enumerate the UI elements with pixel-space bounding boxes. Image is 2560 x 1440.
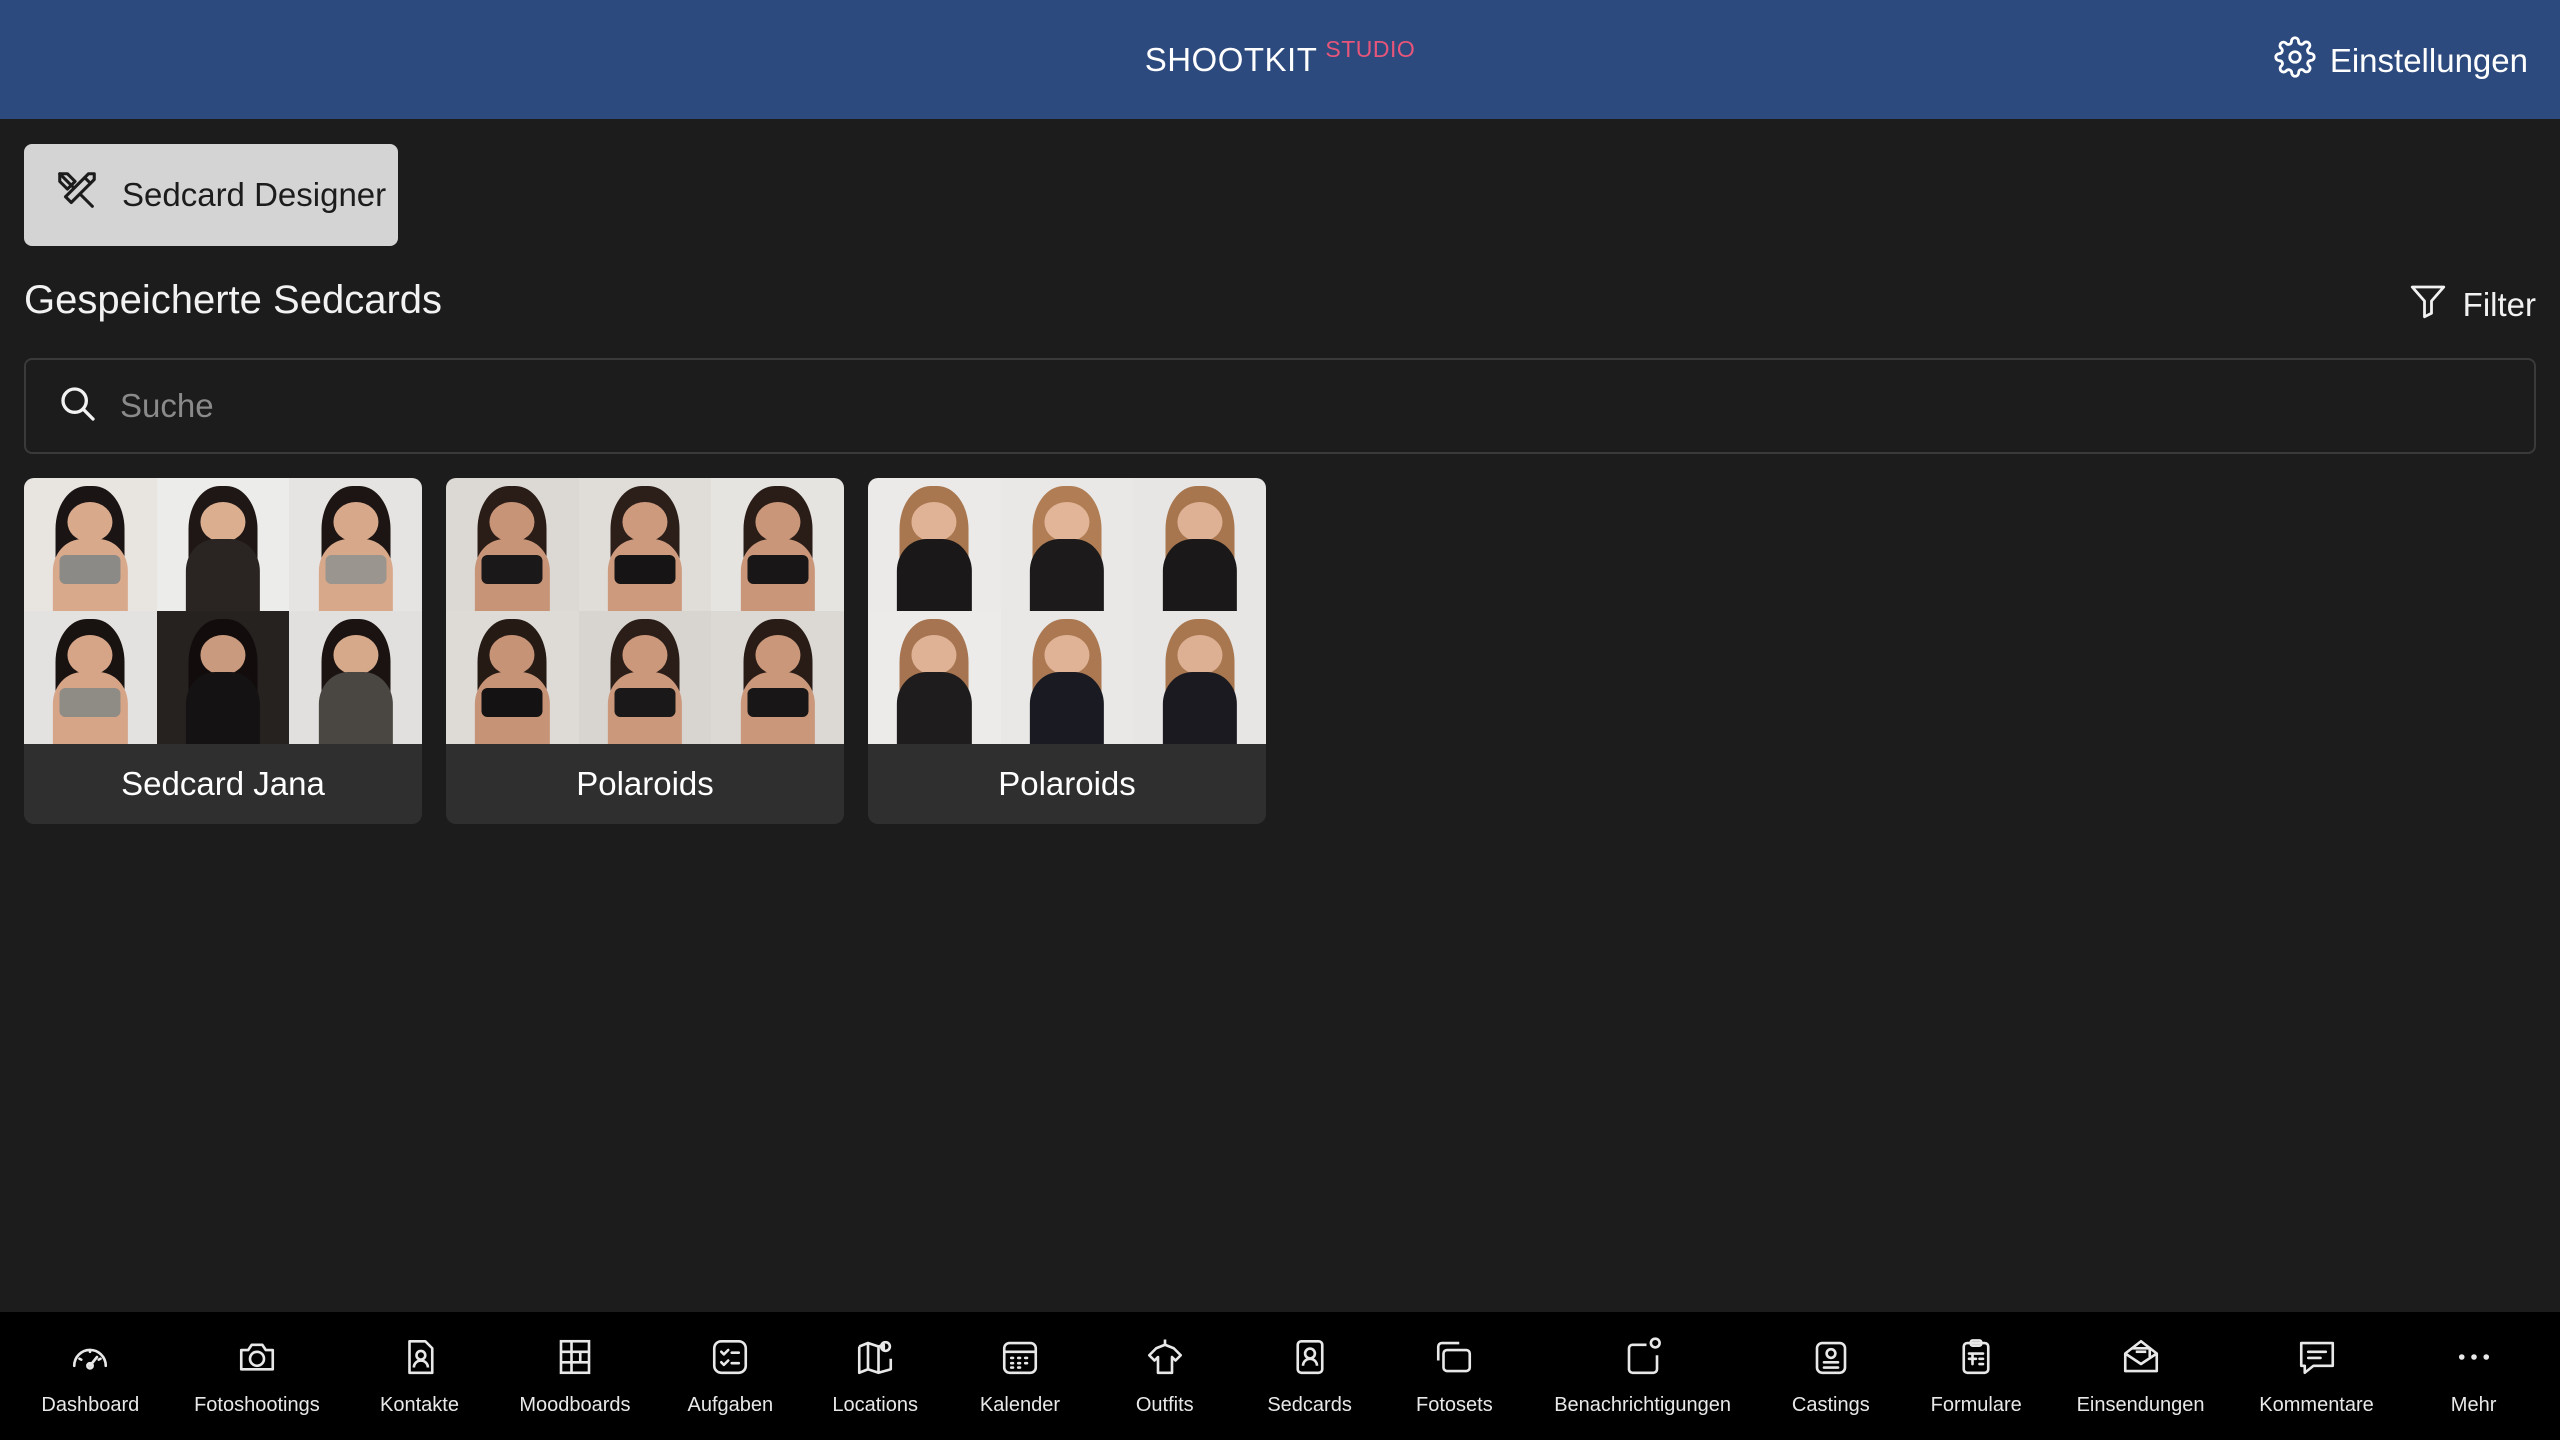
- nav-label: Dashboard: [41, 1393, 140, 1416]
- contact-card-icon: [399, 1336, 441, 1384]
- nav-item-aufgaben[interactable]: Aufgaben: [685, 1336, 775, 1417]
- nav-label: Locations: [832, 1393, 918, 1416]
- sedcard-thumbnail: [868, 478, 1266, 744]
- gear-icon: [2274, 36, 2316, 86]
- nav-label: Fotoshootings: [194, 1393, 320, 1416]
- comment-icon: [2296, 1336, 2338, 1384]
- nav-item-sedcards[interactable]: Sedcards: [1265, 1336, 1355, 1417]
- sedcard-grid: Sedcard Jana Polaroids Polaroids: [24, 478, 1266, 824]
- nav-label: Kommentare: [2259, 1393, 2374, 1416]
- sedcard-thumbnail: [446, 478, 844, 744]
- sedcard-title: Polaroids: [998, 765, 1136, 802]
- shirt-hanger-icon: [1144, 1336, 1186, 1384]
- nav-item-dashboard[interactable]: Dashboard: [41, 1336, 139, 1417]
- nav-item-kalender[interactable]: Kalender: [975, 1336, 1065, 1417]
- sedcard-designer-button[interactable]: Sedcard Designer: [24, 144, 398, 246]
- design-tools-icon: [54, 168, 100, 222]
- nav-label: Castings: [1791, 1393, 1870, 1416]
- nav-item-outfits[interactable]: Outfits: [1120, 1336, 1210, 1417]
- casting-badge-icon: [1810, 1336, 1852, 1384]
- portrait-card-icon: [1289, 1336, 1331, 1384]
- nav-item-locations[interactable]: Locations: [830, 1336, 920, 1417]
- sedcard-card[interactable]: Polaroids: [868, 478, 1266, 824]
- nav-item-castings[interactable]: Castings: [1786, 1336, 1876, 1417]
- search-bar: [24, 358, 2536, 454]
- envelope-icon: [2120, 1336, 2162, 1384]
- notification-badge-icon: [1622, 1336, 1664, 1384]
- filter-label: Filter: [2462, 286, 2536, 323]
- page-title: Gespeicherte Sedcards: [24, 278, 443, 322]
- more-dots-icon: [2453, 1336, 2495, 1384]
- sedcard-title: Sedcard Jana: [121, 765, 325, 802]
- nav-label: Outfits: [1135, 1393, 1194, 1416]
- app-logo: SHOOTKIT STUDIO: [0, 36, 2560, 79]
- photo-stack-icon: [1433, 1336, 1475, 1384]
- nav-label: Benachrichtigungen: [1554, 1393, 1731, 1416]
- nav-label: Mehr: [2450, 1393, 2497, 1416]
- sedcard-thumbnail: [24, 478, 422, 744]
- gauge-icon: [69, 1336, 111, 1384]
- nav-item-kontakte[interactable]: Kontakte: [375, 1336, 465, 1417]
- nav-item-fotoshootings[interactable]: Fotoshootings: [194, 1336, 320, 1417]
- sedcard-card[interactable]: Polaroids: [446, 478, 844, 824]
- map-pin-icon: [854, 1336, 896, 1384]
- sedcard-designer-label: Sedcard Designer: [122, 176, 387, 213]
- brand-name: SHOOTKIT: [1144, 41, 1318, 78]
- settings-button[interactable]: Einstellungen: [2274, 36, 2528, 86]
- nav-label: Einsendungen: [2076, 1393, 2205, 1416]
- nav-label: Aufgaben: [687, 1393, 774, 1416]
- brand-suffix: STUDIO: [1325, 36, 1416, 62]
- nav-label: Moodboards: [519, 1393, 631, 1416]
- nav-item-formulare[interactable]: Formulare: [1931, 1336, 2022, 1417]
- nav-label: Kalender: [979, 1393, 1060, 1416]
- settings-label: Einstellungen: [2329, 42, 2528, 79]
- moodboard-grid-icon: [554, 1336, 596, 1384]
- calendar-icon: [999, 1336, 1041, 1384]
- checklist-icon: [709, 1336, 751, 1384]
- nav-item-einsendungen[interactable]: Einsendungen: [2076, 1336, 2205, 1417]
- nav-item-mehr[interactable]: Mehr: [2429, 1336, 2519, 1417]
- funnel-icon: [2407, 280, 2449, 330]
- search-icon: [58, 384, 98, 429]
- nav-label: Kontakte: [380, 1393, 459, 1416]
- nav-label: Formulare: [1930, 1393, 2022, 1416]
- sedcard-card[interactable]: Sedcard Jana: [24, 478, 422, 824]
- top-bar: SHOOTKIT STUDIO Einstellungen: [0, 0, 2560, 119]
- search-input[interactable]: [120, 387, 2534, 425]
- nav-item-kommentare[interactable]: Kommentare: [2259, 1336, 2374, 1417]
- clipboard-icon: [1955, 1336, 1997, 1384]
- sedcard-title: Polaroids: [576, 765, 714, 802]
- nav-item-moodboards[interactable]: Moodboards: [519, 1336, 631, 1417]
- nav-item-fotosets[interactable]: Fotosets: [1409, 1336, 1499, 1417]
- bottom-nav: Dashboard Fotoshootings Kontakte Moodboa…: [0, 1312, 2560, 1440]
- camera-icon: [236, 1336, 278, 1384]
- filter-button[interactable]: Filter: [2407, 280, 2536, 330]
- nav-label: Fotosets: [1416, 1393, 1493, 1416]
- nav-label: Sedcards: [1267, 1393, 1352, 1416]
- nav-item-benachrichtigungen[interactable]: Benachrichtigungen: [1554, 1336, 1731, 1417]
